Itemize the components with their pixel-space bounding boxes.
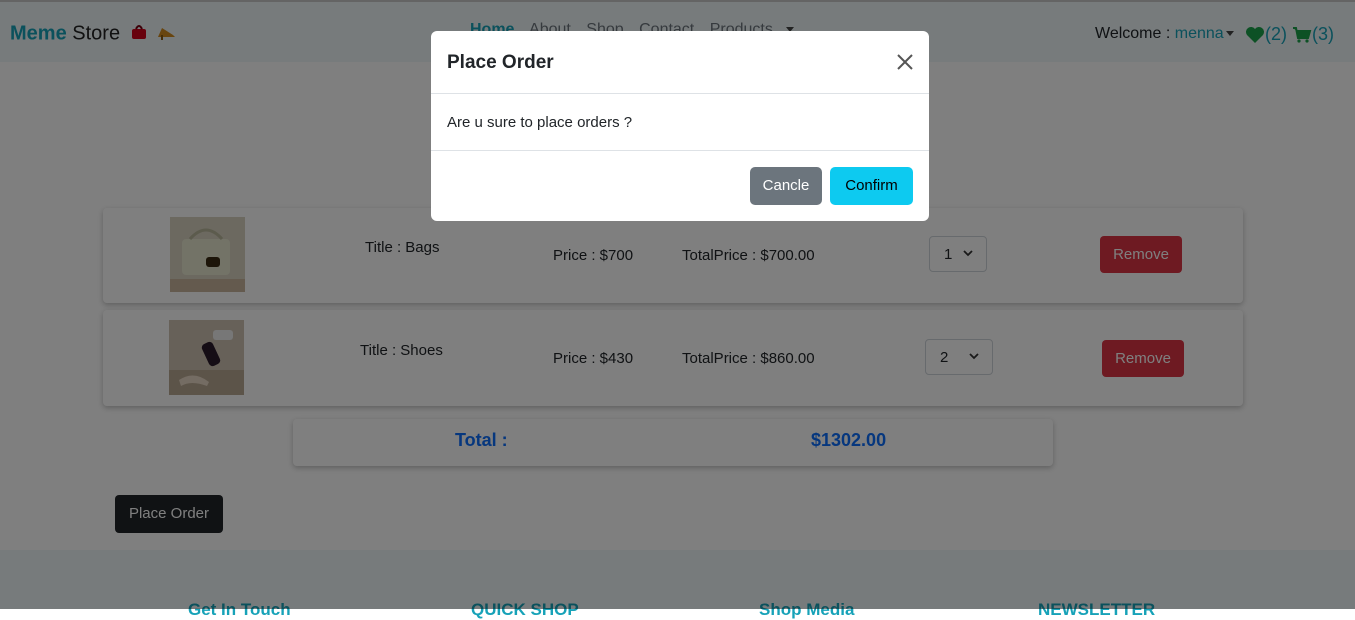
place-order-modal: Place Order Are u sure to place orders ?… — [431, 31, 929, 221]
cancel-button[interactable]: Cancle — [750, 167, 822, 205]
modal-footer — [431, 150, 929, 151]
modal-message: Are u sure to place orders ? — [447, 114, 633, 131]
page: Meme Store Home About Shop Contact Produ… — [0, 0, 1355, 619]
close-icon[interactable] — [895, 52, 915, 72]
modal-title: Place Order — [447, 52, 554, 73]
confirm-button[interactable]: Confirm — [830, 167, 913, 205]
modal-header: Place Order — [431, 31, 929, 94]
